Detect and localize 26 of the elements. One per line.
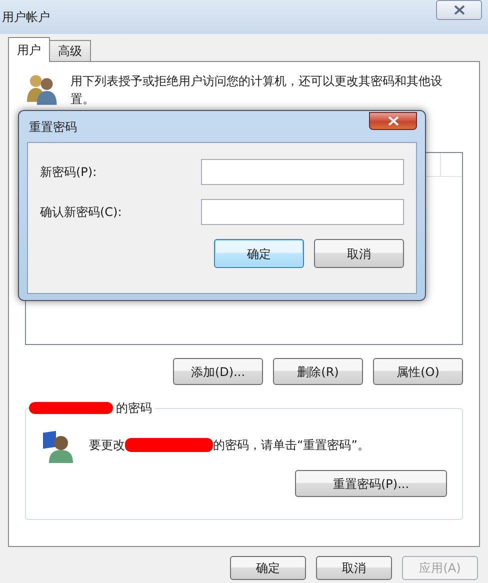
- tab[interactable]: 用户: [8, 37, 50, 62]
- password-field[interactable]: [201, 159, 404, 185]
- dialog-title: 重置密码: [29, 118, 77, 136]
- dialog-button[interactable]: 取消: [314, 239, 404, 268]
- users-icon: [25, 72, 59, 106]
- window-title: 用户帐户: [2, 9, 50, 26]
- message-text: 要更改: [89, 437, 125, 454]
- dialog-button[interactable]: 取消: [316, 556, 392, 580]
- field-label: 新密码(P):: [40, 164, 97, 181]
- password-field[interactable]: [201, 199, 404, 225]
- group-title: 的密码: [116, 400, 152, 417]
- close-icon: [454, 5, 464, 15]
- reset-password-button[interactable]: 重置密码(P)...: [295, 470, 447, 497]
- close-icon: [388, 116, 398, 126]
- close-button[interactable]: [369, 112, 417, 130]
- message-text: 的密码，请单击“重置密码”。: [213, 437, 370, 454]
- user-icon: [41, 430, 75, 464]
- action-button[interactable]: 删除(R): [273, 358, 363, 385]
- field-label: 确认新密码(C):: [40, 204, 122, 221]
- close-button[interactable]: [436, 0, 482, 20]
- action-button[interactable]: 添加(D)...: [173, 358, 263, 385]
- dialog-button[interactable]: 确定: [214, 239, 304, 268]
- intro-text: 用下列表授予或拒绝用户访问您的计算机，还可以更改其密码和其他设置。: [70, 73, 444, 108]
- dialog-button[interactable]: 确定: [230, 556, 306, 580]
- action-button[interactable]: 属性(O): [373, 358, 463, 385]
- tab[interactable]: 高级: [49, 40, 91, 61]
